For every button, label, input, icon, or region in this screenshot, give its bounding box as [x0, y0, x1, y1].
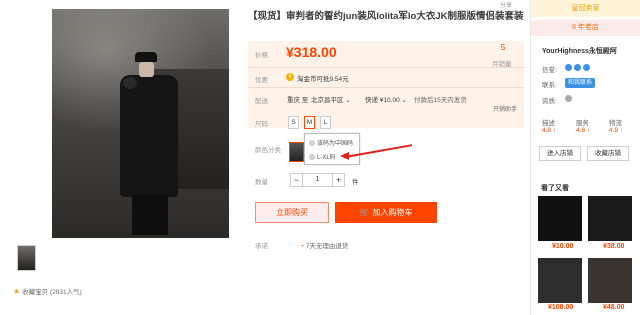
shipping-destination[interactable]: 北京昌平区 ⌄ [311, 94, 351, 104]
recommendation-price: ¥38.00 [603, 243, 625, 250]
popup-item-label: 该码为中国码 [317, 141, 354, 147]
quantity-label: 数量 [255, 179, 268, 186]
size-option-m[interactable]: M [304, 116, 315, 129]
recommendations-title: 看了又看 [541, 185, 569, 192]
info-icon: ! [309, 139, 315, 146]
add-to-cart-button[interactable]: 🛒 加入购物车 [335, 202, 437, 223]
main-product-image[interactable] [52, 9, 229, 238]
contact-seller-button[interactable]: 和我联系 [565, 78, 596, 88]
gallery-thumbnail[interactable] [17, 245, 36, 271]
shipping-time: 付款后15天内发货 [414, 97, 467, 104]
favorite-shop-button[interactable]: 收藏店铺 [587, 146, 629, 161]
qualification-icon [565, 95, 572, 102]
contact-label: 联系: [542, 82, 557, 89]
color-swatch[interactable] [289, 142, 304, 162]
annotation-arrow-head [340, 152, 349, 160]
credit-diamond-icon [574, 64, 581, 71]
divider [248, 87, 524, 88]
recommendation-price: ¥48.00 [603, 304, 625, 311]
recommendation-price: ¥108.00 [548, 304, 574, 311]
score-service-value: 4.8 ↑ [576, 127, 591, 134]
image-figure-face [139, 62, 154, 77]
image-figure-cap [135, 52, 157, 62]
image-figure-legs [132, 195, 168, 235]
favorite-text: 收藏宝贝 (2931人气) [22, 289, 82, 296]
quantity-increase-button[interactable]: + [332, 173, 345, 187]
divider [248, 67, 524, 68]
cart-icon: 🛒 [359, 208, 370, 217]
buy-now-button[interactable]: 立即购买 [255, 202, 329, 223]
recommendation-image[interactable] [538, 258, 582, 303]
info-icon: ! [309, 153, 315, 160]
commitment-text: ◔ 7天无理由退货 [300, 240, 348, 250]
shop-age-badge: 8 年老店 [531, 20, 640, 36]
shipping-label: 配送 [255, 98, 268, 105]
score-logistics-label: 物流 [609, 120, 622, 127]
score-service-label: 服务 [576, 120, 589, 127]
crown-seller-badge: 皇冠卖家 [531, 0, 640, 17]
shipping-method[interactable]: 快递 ¥10.00 ⌄ [365, 94, 407, 104]
popup-item-lxl: ! L-XL码 [309, 152, 336, 161]
recommendation-image[interactable] [538, 196, 582, 241]
recommendation-price: ¥10.00 [552, 243, 574, 250]
popup-item-label: L-XL码 [317, 155, 336, 161]
shop-name[interactable]: YourHighness永恒殿阿 [542, 46, 617, 56]
quantity-unit: 件 [352, 179, 359, 186]
promo-label: 优惠 [255, 77, 268, 84]
popup-item-china-size: ! 该码为中国码 [309, 138, 353, 147]
score-logistics-value: 4.9 ↑ [609, 127, 624, 134]
qualification-label: 资质: [542, 98, 557, 105]
sales-count: 5 [500, 43, 506, 52]
image-figure-coat [120, 75, 178, 197]
commitment-label: 承诺 [255, 243, 268, 250]
price-label: 价格 [255, 52, 268, 59]
add-to-cart-label: 加入购物车 [372, 208, 413, 217]
product-title: 【现货】审判者的誓约jun装风lolita军lo大衣JK制服版情侣装套装 [248, 11, 524, 22]
coin-icon: ¥ [286, 73, 294, 81]
price-value: ¥318.00 [286, 44, 337, 60]
sales-assistant-link[interactable]: 只销助手 [493, 104, 517, 113]
size-option-l[interactable]: L [320, 116, 331, 129]
color-label: 颜色分类 [255, 147, 281, 154]
recommendation-image[interactable] [588, 258, 632, 303]
shipping-from: 重庆 至 [287, 97, 309, 104]
commitment-value: 7天无理由退货 [305, 243, 349, 250]
size-label: 尺码 [255, 121, 268, 128]
favorite-item[interactable]: ★ 收藏宝贝 (2931人气) [13, 286, 82, 297]
score-desc-value: 4.8 ↑ [542, 127, 557, 134]
quantity-decrease-button[interactable]: − [290, 173, 303, 187]
score-desc-label: 描述 [542, 120, 555, 127]
star-icon: ★ [13, 286, 21, 296]
credit-diamond-icon [583, 64, 590, 71]
shield-icon: ◔ [300, 243, 304, 250]
credit-label: 信誉: [542, 67, 557, 74]
credit-diamond-icon [565, 64, 572, 71]
size-option-s[interactable]: S [288, 116, 299, 129]
quantity-input[interactable]: 1 [303, 173, 332, 187]
enter-shop-button[interactable]: 进入店铺 [539, 146, 581, 161]
promo-text: 淘金币可抵9.54元 [297, 76, 349, 83]
image-cat [123, 77, 137, 89]
size-tip-popup: ! 该码为中国码 ! L-XL码 [304, 133, 360, 165]
share-link[interactable]: 分享 [500, 0, 512, 9]
recommendation-image[interactable] [588, 196, 632, 241]
